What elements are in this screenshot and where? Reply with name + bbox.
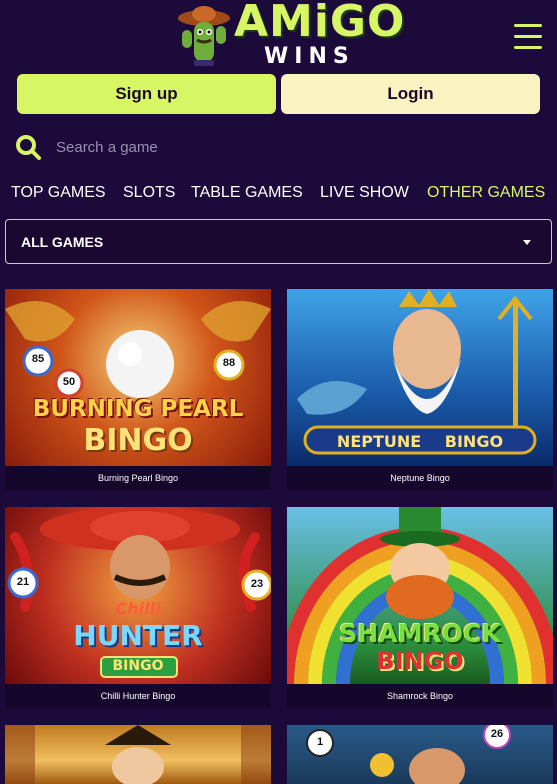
game-card-shamrock-bingo[interactable]: SHAMROCK BINGO Shamrock Bingo [287, 507, 553, 708]
game-title: Burning Pearl Bingo [5, 466, 271, 490]
search-input[interactable] [56, 138, 456, 156]
game-title-art: SHAMROCK [339, 619, 501, 648]
game-thumbnail: 85 50 88 BURNING PEARL BINGO [5, 289, 271, 466]
header: AMiGO WINS [0, 0, 557, 72]
game-thumbnail [5, 725, 271, 784]
game-art-icon [306, 725, 511, 784]
filter-selected-value: ALL GAMES [21, 233, 104, 250]
ball-number: 23 [250, 578, 264, 590]
game-card[interactable]: 1 26 [287, 725, 553, 784]
tab-table-games[interactable]: TABLE GAMES [191, 184, 303, 202]
tab-top-games[interactable]: TOP GAMES [11, 184, 106, 202]
signup-button[interactable]: Sign up [17, 74, 276, 114]
tab-live-show[interactable]: LIVE SHOW [320, 184, 409, 202]
ball-number: 85 [31, 353, 45, 365]
game-thumbnail: 1 26 [287, 725, 553, 784]
search-icon[interactable] [14, 133, 42, 161]
game-thumbnail: 21 23 Chilli HUNTER BINGO [5, 507, 271, 684]
ball-number: 50 [62, 376, 76, 388]
login-button[interactable]: Login [281, 74, 540, 114]
ball-number: 26 [490, 728, 504, 740]
game-title-art: NEPTUNE BINGO [287, 432, 553, 451]
game-card[interactable] [5, 725, 271, 784]
game-title-art: BINGO [112, 658, 164, 674]
game-title-art: HUNTER [73, 619, 203, 652]
ball-number: 1 [316, 736, 324, 748]
cactus-mascot-icon [178, 6, 230, 66]
game-title: Chilli Hunter Bingo [5, 684, 271, 708]
category-nav: TOP GAMES SLOTS TABLE GAMES LIVE SHOW OT… [0, 180, 557, 208]
game-thumbnail: NEPTUNE BINGO [287, 289, 553, 466]
ball-number: 88 [222, 357, 236, 369]
game-title-art-line: NEPTUNE [336, 432, 422, 451]
game-thumbnail: SHAMROCK BINGO [287, 507, 553, 684]
ball-number: 21 [16, 576, 30, 588]
game-card-burning-pearl-bingo[interactable]: 85 50 88 BURNING PEARL BINGO Burning Pea… [5, 289, 271, 490]
tab-slots[interactable]: SLOTS [123, 184, 175, 202]
game-title-art: Chilli [115, 599, 161, 618]
brand-name: AMiGO [234, 0, 406, 47]
game-card-neptune-bingo[interactable]: NEPTUNE BINGO Neptune Bingo [287, 289, 553, 490]
search-bar [14, 128, 544, 166]
game-title-art: BURNING PEARL [32, 396, 244, 422]
game-title-art: BINGO [376, 647, 464, 675]
game-title-art-line: BINGO [444, 432, 504, 451]
chevron-down-icon [523, 240, 531, 245]
brand-sub: WINS [264, 44, 355, 69]
game-title-art: BINGO [83, 423, 193, 458]
brand-logo[interactable]: AMiGO WINS [176, 0, 404, 72]
tab-other-games[interactable]: OTHER GAMES [427, 184, 545, 202]
game-filter-dropdown[interactable]: ALL GAMES [5, 219, 552, 264]
hamburger-menu-icon[interactable] [514, 24, 542, 52]
fortune-god-art-icon [5, 725, 271, 784]
game-title: Shamrock Bingo [287, 684, 553, 708]
game-title: Neptune Bingo [287, 466, 553, 490]
game-card-chilli-hunter-bingo[interactable]: 21 23 Chilli HUNTER BINGO Chilli Hunter … [5, 507, 271, 708]
